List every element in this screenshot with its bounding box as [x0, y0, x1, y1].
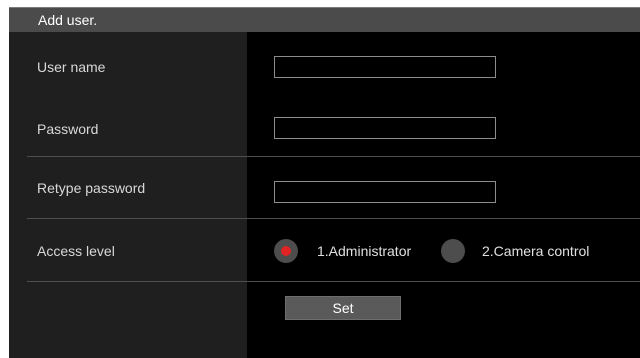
radio-administrator[interactable] — [274, 239, 298, 263]
retype-password-input[interactable] — [274, 181, 496, 203]
page-canvas: Add user. User name Password Retype pass… — [0, 0, 640, 358]
radio-camera-control-label[interactable]: 2.Camera control — [482, 242, 589, 260]
radio-administrator-label[interactable]: 1.Administrator — [317, 242, 411, 260]
row-divider — [27, 218, 640, 219]
access-level-label: Access level — [37, 243, 115, 259]
row-divider — [27, 156, 640, 157]
row-divider — [27, 281, 640, 282]
username-input[interactable] — [274, 56, 496, 78]
retype-password-label: Retype password — [37, 180, 146, 196]
username-label: User name — [37, 59, 106, 75]
password-label: Password — [37, 121, 99, 137]
panel-title: Add user. — [38, 12, 98, 28]
set-button[interactable]: Set — [285, 296, 401, 320]
panel-header: Add user. — [9, 7, 640, 32]
add-user-panel: Add user. User name Password Retype pass… — [9, 7, 640, 358]
password-input[interactable] — [274, 117, 496, 139]
radio-camera-control[interactable] — [441, 239, 465, 263]
